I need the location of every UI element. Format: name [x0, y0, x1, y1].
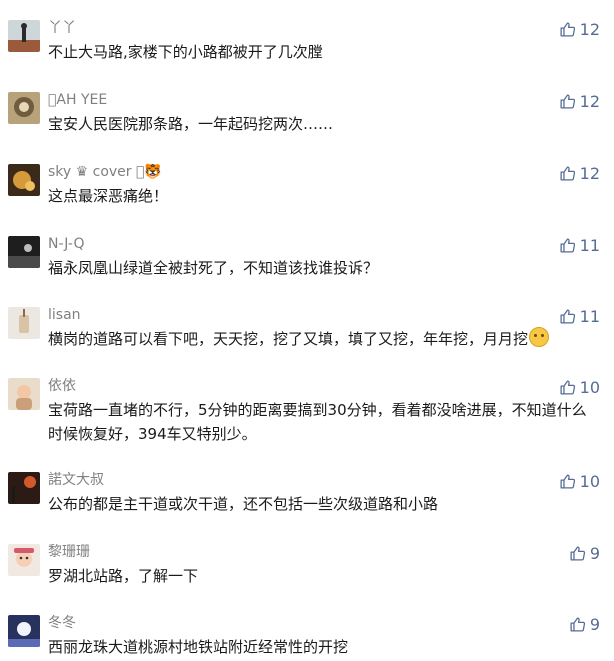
commenter-name[interactable]: 冬冬: [48, 615, 76, 632]
like-count: 9: [589, 614, 600, 634]
comment-text: 罗湖北站路，了解一下: [48, 567, 199, 585]
comment-text: 西丽龙珠大道桃源村地铁站附近经常性的开挖: [48, 638, 349, 656]
comment-text: 宝荷路一直堵的不行，5分钟的距离要搞到30分钟，看着都没啥进展，不知道什么时候恢…: [48, 401, 587, 443]
like-count: 11: [579, 306, 600, 326]
commenter-name[interactable]: lisan: [48, 307, 81, 324]
comment-list: 丫丫 不止大马路,家楼下的小路都被开了几次膛 12  AH YEE 宝安人民医院…: [0, 0, 614, 661]
thumbs-up-icon: [559, 308, 576, 325]
like-button[interactable]: 12: [559, 162, 600, 184]
comment-text: 这点最深恶痛绝！: [48, 187, 169, 205]
thumbs-up-icon: [559, 165, 576, 182]
commenter-name[interactable]: N-J-Q: [48, 236, 85, 253]
comment-text: 不止大马路,家楼下的小路都被开了几次膛: [48, 43, 323, 61]
comment-text: 福永凤凰山绿道全被封死了，不知道该找谁投诉？: [48, 259, 379, 277]
commenter-name[interactable]: sky ♛ cover  🐯: [48, 164, 162, 181]
like-count: 10: [579, 377, 600, 397]
thumbs-up-icon: [569, 545, 586, 562]
commenter-name[interactable]: 黎珊珊: [48, 544, 90, 561]
thumbs-up-icon: [569, 616, 586, 633]
like-count: 12: [579, 19, 600, 39]
avatar[interactable]: [8, 378, 40, 410]
like-button[interactable]: 12: [559, 18, 600, 40]
like-count: 11: [579, 235, 600, 255]
commenter-name[interactable]: 依依: [48, 378, 76, 395]
avatar[interactable]: [8, 307, 40, 339]
thumbs-up-icon: [559, 379, 576, 396]
comment-text: 横岗的道路可以看下吧，天天挖，挖了又填，填了又挖，年年挖，月月挖: [48, 327, 600, 351]
avatar[interactable]: [8, 472, 40, 504]
awkward-face-emoji: [529, 327, 550, 347]
avatar[interactable]: [8, 615, 40, 647]
thumbs-up-icon: [559, 473, 576, 490]
like-button[interactable]: 9: [569, 542, 600, 564]
like-button[interactable]: 11: [559, 305, 600, 327]
like-count: 9: [589, 543, 600, 563]
like-button[interactable]: 9: [569, 613, 600, 635]
like-button[interactable]: 11: [559, 234, 600, 256]
thumbs-up-icon: [559, 93, 576, 110]
like-button[interactable]: 10: [559, 376, 600, 398]
commenter-name[interactable]: 丫丫: [48, 20, 76, 37]
avatar[interactable]: [8, 544, 40, 576]
avatar[interactable]: [8, 236, 40, 268]
thumbs-up-icon: [559, 21, 576, 38]
like-button[interactable]: 12: [559, 90, 600, 112]
thumbs-up-icon: [559, 237, 576, 254]
comment-text: 公布的都是主干道或次干道，还不包括一些次级道路和小路: [48, 495, 439, 513]
commenter-name[interactable]:  AH YEE: [48, 92, 107, 109]
like-count: 10: [579, 471, 600, 491]
avatar[interactable]: [8, 164, 40, 196]
comment-text: 宝安人民医院那条路，一年起码挖两次……: [48, 115, 334, 133]
like-count: 12: [579, 91, 600, 111]
avatar[interactable]: [8, 92, 40, 124]
comment-text-content: 横岗的道路可以看下吧，天天挖，挖了又填，填了又挖，年年挖，月月挖: [48, 330, 529, 348]
like-button[interactable]: 10: [559, 470, 600, 492]
like-count: 12: [579, 163, 600, 183]
avatar[interactable]: [8, 20, 40, 52]
commenter-name[interactable]: 諾文大叔: [48, 472, 104, 489]
